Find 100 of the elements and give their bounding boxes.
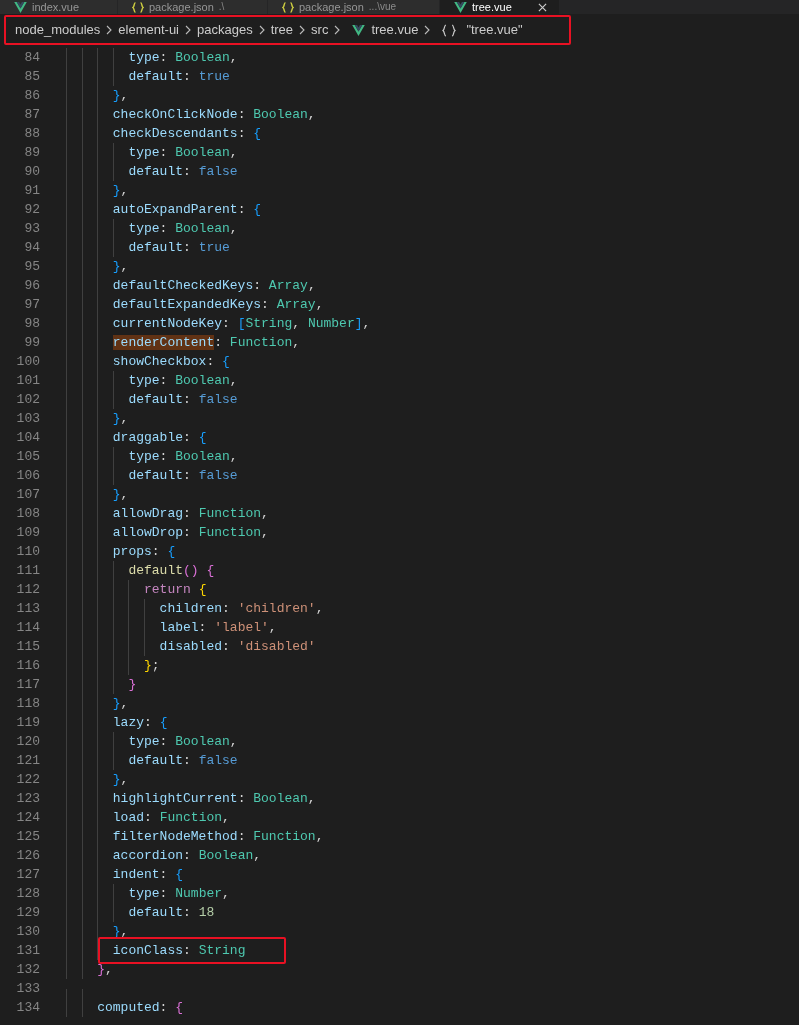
code-line: default: false: [128, 466, 238, 485]
code-line: },: [112, 485, 129, 504]
code-line: accordion: Boolean,: [112, 846, 262, 865]
close-icon[interactable]: [538, 2, 547, 12]
code-line: return {: [144, 580, 207, 599]
code-line: },: [112, 770, 129, 789]
line-number: 91: [23, 181, 40, 200]
breadcrumb-item[interactable]: node_modules: [15, 20, 101, 40]
line-number: 108: [15, 504, 40, 523]
line-number: 116: [15, 656, 40, 675]
line-number: 104: [15, 428, 40, 447]
line-number: 127: [15, 865, 40, 884]
code-line: highlightCurrent: Boolean,: [112, 789, 316, 808]
code-line: type: Boolean,: [128, 447, 238, 466]
line-number: 97: [23, 295, 40, 314]
line-number: 106: [15, 466, 40, 485]
braces-icon: [442, 23, 457, 37]
chevron-right-icon: [106, 25, 113, 35]
chevron-right-icon: [299, 25, 306, 35]
line-number: 110: [15, 542, 40, 561]
line-number: 94: [23, 238, 40, 257]
line-number: 120: [15, 732, 40, 751]
editor-tab[interactable]: tree.vue: [440, 0, 560, 14]
code-line: };: [144, 656, 160, 675]
braces-icon: [132, 1, 144, 13]
code-line: defaultExpandedKeys: Array,: [112, 295, 324, 314]
code-line: filterNodeMethod: Function,: [112, 827, 324, 846]
line-number: 125: [15, 827, 40, 846]
code-line: lazy: {: [112, 713, 168, 732]
code-line: type: Boolean,: [128, 371, 238, 390]
tab-path: .\: [218, 1, 225, 13]
line-number: 101: [15, 371, 40, 390]
line-number: 105: [15, 447, 40, 466]
breadcrumb-item[interactable]: tree.vue: [371, 20, 419, 40]
line-number: 129: [15, 903, 40, 922]
code-line: default: false: [128, 751, 238, 770]
line-number: 112: [15, 580, 40, 599]
tab-label: index.vue: [32, 1, 80, 13]
line-number: 95: [23, 257, 40, 276]
line-number: 130: [15, 922, 40, 941]
chevron-right-icon: [258, 25, 265, 35]
line-number: 119: [15, 713, 40, 732]
code-line: renderContent: Function,: [112, 333, 301, 352]
code-line: type: Boolean,: [128, 219, 238, 238]
vue-logo-icon: [14, 1, 27, 13]
code-line: default: false: [128, 390, 238, 409]
code-line: allowDrag: Function,: [112, 504, 269, 523]
tab-label: tree.vue: [472, 1, 512, 13]
line-number: 96: [23, 276, 40, 295]
line-number: 114: [15, 618, 40, 637]
code-line: autoExpandParent: {: [112, 200, 262, 219]
code-line: default: true: [128, 67, 230, 86]
code-line: type: Boolean,: [128, 732, 238, 751]
line-number: 103: [15, 409, 40, 428]
code-line: checkDescendants: {: [112, 124, 262, 143]
code-line: computed: {: [97, 998, 184, 1017]
code-line: children: 'children',: [159, 599, 324, 618]
code-line: defaultCheckedKeys: Array,: [112, 276, 316, 295]
line-number: 117: [15, 675, 40, 694]
code-line: },: [97, 960, 113, 979]
line-number: 124: [15, 808, 40, 827]
breadcrumb-item[interactable]: packages: [197, 20, 253, 40]
line-number: 131: [15, 941, 40, 960]
code-line: },: [112, 409, 129, 428]
line-number: 126: [15, 846, 40, 865]
line-number: 113: [15, 599, 40, 618]
code-line: type: Boolean,: [128, 143, 238, 162]
line-number: 89: [23, 143, 40, 162]
breadcrumb-item[interactable]: src: [311, 20, 329, 40]
breadcrumb-item[interactable]: tree: [270, 20, 294, 40]
editor-tab[interactable]: package.json .\: [118, 0, 268, 14]
code-line: },: [112, 86, 129, 105]
line-number: 90: [23, 162, 40, 181]
breadcrumb-item[interactable]: "tree.vue": [466, 20, 523, 40]
braces-icon: [282, 1, 294, 13]
code-line: draggable: {: [112, 428, 207, 447]
chevron-right-icon: [185, 25, 191, 35]
tab-label: package.json: [149, 1, 214, 13]
editor-tab[interactable]: index.vue: [0, 0, 118, 14]
code-line: default: true: [128, 238, 230, 257]
breadcrumb-item[interactable]: element-ui: [118, 20, 179, 40]
code-line: showCheckbox: {: [112, 352, 230, 371]
code-line: default: 18: [128, 903, 215, 922]
chevron-right-icon: [334, 25, 341, 35]
editor-tab[interactable]: package.json ...\vue: [268, 0, 440, 14]
code-line: },: [112, 694, 129, 713]
line-number: 99: [23, 333, 40, 352]
chevron-right-icon: [424, 25, 431, 35]
code-line: indent: {: [112, 865, 184, 884]
code-line: }: [128, 675, 137, 694]
line-number: 88: [23, 124, 40, 143]
code-line: type: Boolean,: [128, 48, 238, 67]
line-number: 86: [23, 86, 40, 105]
code-line: default() {: [128, 561, 215, 580]
vue-logo-icon: [454, 1, 467, 13]
line-number: 132: [15, 960, 40, 979]
tab-label: package.json: [299, 1, 364, 13]
line-number: 123: [15, 789, 40, 808]
line-number: 102: [15, 390, 40, 409]
line-number: 118: [15, 694, 40, 713]
